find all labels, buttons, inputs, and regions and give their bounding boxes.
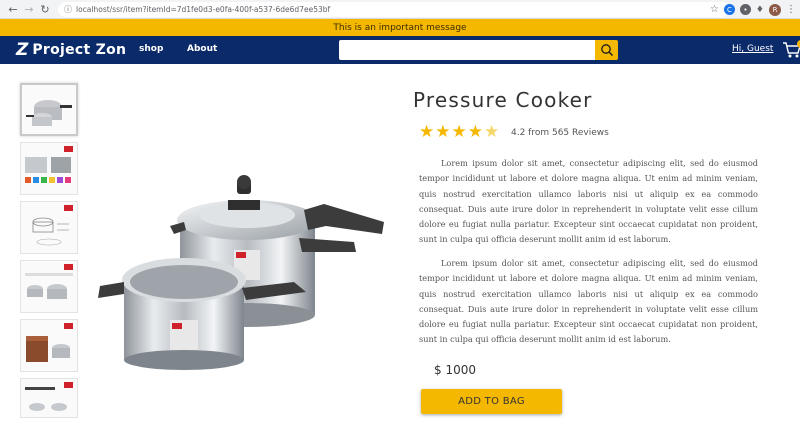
nav-shop[interactable]: shop bbox=[139, 44, 163, 54]
logo[interactable]: Z Project Zon bbox=[16, 40, 126, 60]
thumbnail-5[interactable] bbox=[20, 319, 78, 372]
thumbnail-cooker-image bbox=[26, 100, 72, 126]
rating-stars: ★★★★★ bbox=[419, 122, 500, 142]
nav-about[interactable]: About bbox=[187, 44, 217, 54]
account-link[interactable]: Hi, Guest bbox=[732, 44, 773, 54]
address-bar[interactable]: ⓘ localhost/ssr/item?itemId=7d1fe0d3-e0f… bbox=[58, 2, 730, 17]
product-description-1: Lorem ipsum dolor sit amet, consectetur … bbox=[419, 158, 758, 245]
puzzle-icon[interactable]: ♦ bbox=[756, 5, 764, 15]
logo-icon: Z bbox=[16, 40, 29, 60]
announcement-bar: This is an important message bbox=[0, 19, 800, 36]
url-text: localhost/ssr/item?itemId=7d1fe0d3-e0fa-… bbox=[76, 5, 331, 14]
star-icon[interactable]: ☆ bbox=[710, 4, 719, 15]
brand-badge-icon bbox=[64, 323, 73, 329]
extension-pin-icon[interactable]: • bbox=[739, 4, 751, 15]
logo-text: Project Zon bbox=[32, 42, 127, 58]
main-product-image bbox=[98, 175, 384, 370]
product-description-2: Lorem ipsum dolor sit amet, consectetur … bbox=[419, 258, 758, 345]
thumbnail-list bbox=[20, 83, 78, 424]
site-header: Z Project Zon shop About Hi, Guest bbox=[0, 36, 800, 64]
thumbnail-4[interactable] bbox=[20, 260, 78, 313]
brand-badge-icon bbox=[64, 264, 73, 270]
rating-summary: 4.2 from 565 Reviews bbox=[511, 128, 609, 138]
thumbnail-6[interactable] bbox=[20, 378, 78, 418]
search-input[interactable] bbox=[339, 40, 595, 60]
extension-c-icon[interactable]: C bbox=[723, 4, 735, 15]
announcement-text: This is an important message bbox=[333, 22, 467, 33]
info-icon: ⓘ bbox=[64, 5, 72, 14]
product-title: Pressure Cooker bbox=[413, 88, 593, 112]
search-button[interactable] bbox=[595, 40, 618, 60]
search-bar bbox=[339, 40, 618, 60]
profile-avatar[interactable]: R bbox=[769, 3, 781, 16]
search-icon bbox=[600, 44, 613, 56]
star-rating-icon: ★★★★★ bbox=[419, 122, 501, 142]
thumbnail-1[interactable] bbox=[20, 83, 78, 136]
product-price: $ 1000 bbox=[434, 363, 476, 377]
menu-icon[interactable]: ⋮ bbox=[786, 4, 796, 15]
brand-badge-icon bbox=[64, 382, 73, 388]
reload-icon[interactable]: ↻ bbox=[36, 0, 54, 18]
browser-toolbar: ← → ↻ ⓘ localhost/ssr/item?itemId=7d1fe0… bbox=[0, 0, 800, 19]
brand-badge-icon bbox=[64, 205, 73, 211]
thumbnail-3[interactable] bbox=[20, 201, 78, 254]
brand-badge-icon bbox=[64, 146, 73, 152]
add-to-bag-button[interactable]: ADD TO BAG bbox=[421, 389, 562, 414]
thumbnail-2[interactable] bbox=[20, 142, 78, 195]
